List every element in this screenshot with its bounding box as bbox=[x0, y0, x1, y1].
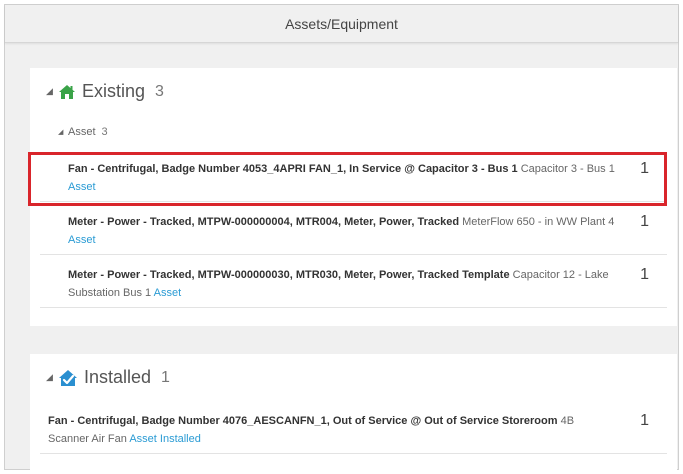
asset-group-header[interactable]: ◢ Asset 3 bbox=[58, 126, 108, 138]
installed-house-check-icon bbox=[58, 369, 78, 387]
item-quantity: 1 bbox=[640, 266, 649, 283]
home-icon bbox=[58, 84, 76, 100]
item-quantity: 1 bbox=[640, 412, 649, 429]
existing-label: Existing bbox=[82, 81, 146, 101]
installed-header[interactable]: ◢ Installed 1 bbox=[46, 367, 170, 388]
collapse-triangle-icon[interactable]: ◢ bbox=[46, 372, 58, 383]
collapse-triangle-icon[interactable]: ◢ bbox=[46, 86, 58, 97]
item-type-link[interactable]: Asset Installed bbox=[129, 433, 201, 445]
item-location: MeterFlow 650 - in WW Plant 4 bbox=[459, 216, 615, 228]
existing-header[interactable]: ◢ Existing 3 bbox=[46, 81, 164, 102]
selection-highlight bbox=[28, 152, 667, 206]
app-frame: Assets/Equipment ◢ Existing 3 ◢ Asset 3 … bbox=[4, 4, 679, 471]
list-item[interactable]: Meter - Power - Tracked, MTPW-000000030,… bbox=[40, 256, 667, 308]
collapse-triangle-icon[interactable]: ◢ bbox=[58, 128, 68, 136]
item-title: Fan - Centrifugal, Badge Number 4076_AES… bbox=[48, 415, 558, 427]
list-item-text: Meter - Power - Tracked, MTPW-000000030,… bbox=[68, 266, 628, 302]
installed-section: ◢ Installed 1 Fan - Centrifugal, Badge N… bbox=[30, 354, 677, 471]
item-title: Meter - Power - Tracked, MTPW-000000030,… bbox=[68, 269, 510, 281]
list-item[interactable]: Meter - Power - Tracked, MTPW-000000004,… bbox=[40, 203, 667, 255]
list-item[interactable]: Fan - Centrifugal, Badge Number 4076_AES… bbox=[40, 402, 667, 454]
item-type-link[interactable]: Asset bbox=[154, 287, 182, 299]
item-quantity: 1 bbox=[640, 213, 649, 230]
list-item-text: Meter - Power - Tracked, MTPW-000000004,… bbox=[68, 213, 628, 249]
list-item-text: Fan - Centrifugal, Badge Number 4076_AES… bbox=[48, 412, 608, 448]
installed-count: 1 bbox=[161, 368, 170, 386]
installed-label: Installed bbox=[84, 367, 152, 387]
asset-group-count: 3 bbox=[101, 126, 108, 138]
page-header: Assets/Equipment bbox=[5, 5, 678, 43]
asset-group-label: Asset bbox=[68, 126, 96, 138]
item-type-link[interactable]: Asset bbox=[68, 234, 96, 246]
item-title: Meter - Power - Tracked, MTPW-000000004,… bbox=[68, 216, 460, 228]
existing-count: 3 bbox=[155, 82, 164, 100]
page-title: Assets/Equipment bbox=[285, 15, 398, 32]
